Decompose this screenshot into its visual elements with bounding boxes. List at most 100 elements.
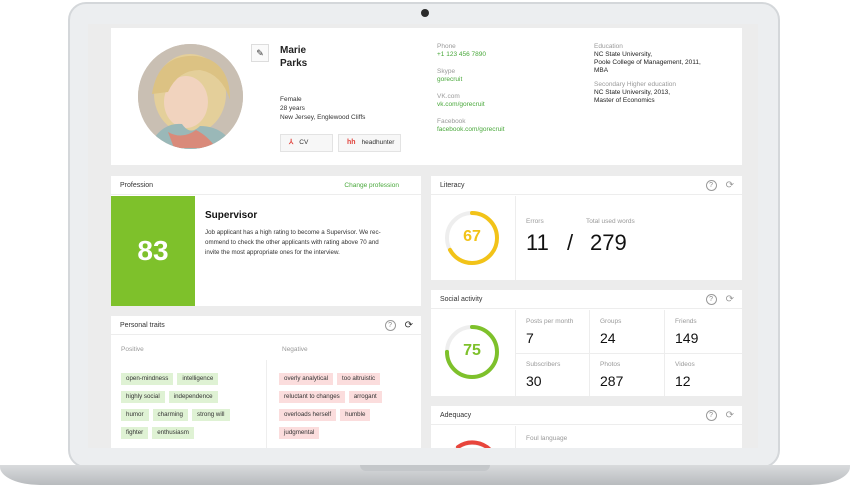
secondary-education-value: NC State University, 2013, Master of Eco… [594,89,701,105]
description-line: ommend to check the other applicants wit… [205,239,379,246]
refresh-icon[interactable]: ⟳ [726,294,734,305]
skype-link[interactable]: gorecruit [437,76,505,84]
grid-line [589,310,590,396]
divider [515,196,516,280]
education-line: NC State University, [594,51,653,58]
grid-line [664,310,665,396]
edit-profile-button[interactable]: ✎ [251,44,269,62]
trait-tag: enthusiasm [152,427,194,439]
personal-traits-card: Personal traits ? ⟳ Positive Negative op… [111,316,421,448]
pdf-icon: ⅄ [289,139,294,146]
literacy-header: Literacy [431,176,742,195]
videos-label: Videos [675,361,695,368]
posts-value: 7 [526,330,534,346]
trait-tag: strong will [192,409,230,421]
separator: / [567,230,574,255]
literacy-header-icons: ? ⟳ [705,180,734,191]
headhunter-label: headhunter [361,139,395,146]
refresh-icon[interactable]: ⟳ [726,410,734,421]
literacy-score: 67 [463,228,481,245]
trait-tag: humble [340,409,371,421]
profession-title: Supervisor [205,210,258,221]
trait-tag: intelligence [177,373,219,385]
trait-tag: independence [168,391,218,403]
education-line: Poole College of Management, 2011, [594,59,701,66]
trait-tag: too altruistic [337,373,381,385]
literacy-card: Literacy ? ⟳ 67 Errors Total used words … [431,176,742,280]
profession-description: Job applicant has a high rating to becom… [205,228,411,258]
education-line: NC State University, 2013, [594,89,671,96]
cv-button[interactable]: ⅄ CV [280,134,333,152]
candidate-name: Marie Parks [280,44,307,70]
profession-card: Profession Change profession 83 Supervis… [111,176,421,306]
photos-value: 287 [600,373,624,389]
avatar-photo-icon [138,44,243,149]
posts-label: Posts per month [526,318,574,325]
social-header: Social activity [431,290,742,309]
profession-score: 83 [111,196,195,306]
traits-header-icons: ? ⟳ [384,320,413,331]
divider [515,426,516,448]
camera-icon [421,9,429,17]
cv-label: CV [299,139,309,146]
trait-tag: fighter [121,427,149,439]
traits-header: Personal traits [111,316,421,335]
total-words-count: 279 [590,230,627,255]
adequacy-header-icons: ? ⟳ [705,410,734,421]
trait-tag: humor [121,409,149,421]
vk-label: VK.com [437,93,460,100]
location: New Jersey, Englewood Cliffs [280,114,366,121]
trait-tag: reluctant to changes [279,391,345,403]
hh-icon: hh [347,139,356,146]
first-name: Marie [280,45,307,56]
foul-language-label: Foul language [526,435,568,442]
help-icon[interactable]: ? [705,410,717,421]
help-icon[interactable]: ? [705,294,717,305]
trait-tag: arrogant [348,391,382,403]
errors-label: Errors [526,218,544,225]
education: Education NC State University, Poole Col… [594,43,701,111]
avatar [138,44,243,149]
profile-card: ✎ Marie Parks Female 28 years New Jersey… [111,28,742,165]
social-header-icons: ? ⟳ [705,294,734,305]
education-line: MBA [594,67,609,74]
friends-value: 149 [675,330,699,346]
help-icon[interactable]: ? [384,320,396,331]
traits-divider [266,360,267,448]
change-profession-link[interactable]: Change profession [344,182,399,189]
social-score: 75 [463,342,481,359]
phone-label: Phone [437,43,456,50]
groups-label: Groups [600,318,622,325]
subscribers-label: Subscribers [526,361,561,368]
last-name: Parks [280,58,308,69]
grid-line [515,353,742,354]
trait-tag: overloads herself [279,409,337,421]
pencil-icon: ✎ [256,48,264,58]
trait-tag: open-mindness [121,373,174,385]
facebook-label: Facebook [437,118,466,125]
app-screen: ✎ Marie Parks Female 28 years New Jersey… [88,24,758,448]
help-icon[interactable]: ? [705,180,717,191]
negative-label: Negative [282,346,308,353]
vk-link[interactable]: vk.com/gorecruit [437,101,505,109]
age: 28 years [280,105,305,112]
contacts: Phone +1 123 456 7890 Skype gorecruit VK… [437,43,505,143]
facebook-link[interactable]: facebook.com/gorecruit [437,126,505,134]
trait-tag: overly analytical [279,373,334,385]
refresh-icon[interactable]: ⟳ [405,320,413,331]
refresh-icon[interactable]: ⟳ [726,180,734,191]
education-line: Master of Economics [594,97,655,104]
groups-value: 24 [600,330,616,346]
adequacy-header: Adequacy [431,406,742,425]
phone-link[interactable]: +1 123 456 7890 [437,51,505,59]
adequacy-ring [453,440,492,448]
skype-label: Skype [437,68,456,75]
friends-label: Friends [675,318,697,325]
total-words-label: Total used words [586,218,635,225]
description-line: invite the most appropriate ones for the… [205,249,340,256]
education-label: Education [594,43,623,50]
videos-value: 12 [675,373,691,389]
laptop-notch [360,465,490,471]
trait-tag: judgmental [279,427,320,439]
headhunter-button[interactable]: hh headhunter [338,134,401,152]
